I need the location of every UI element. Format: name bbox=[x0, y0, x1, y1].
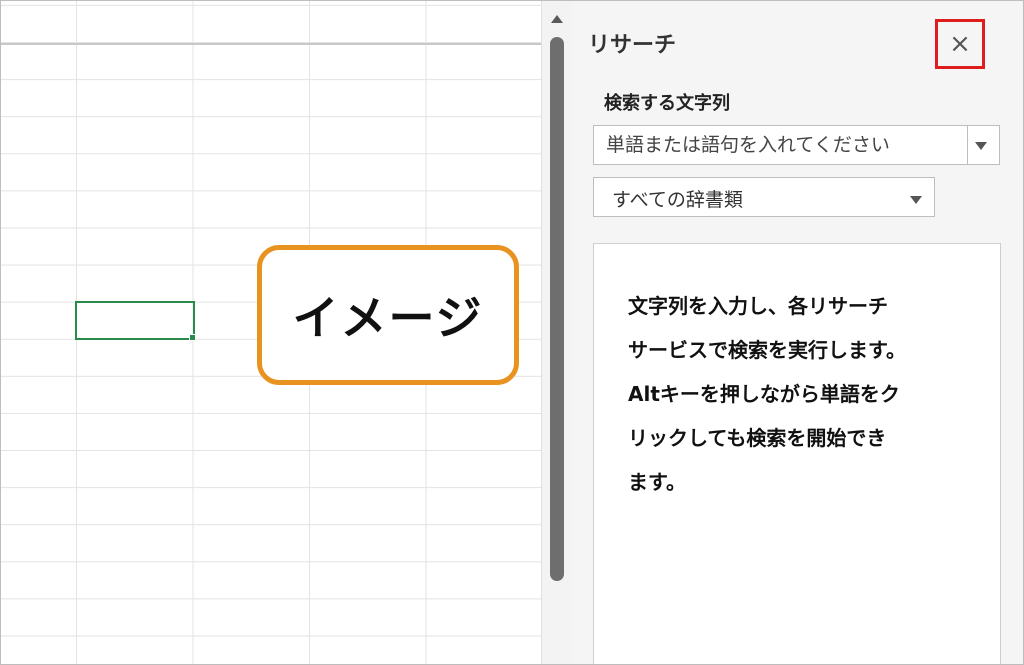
instructions-text: 文字列を入力し、各リサーチ サービスで検索を実行します。 Altキーを押しながら… bbox=[628, 294, 906, 494]
scroll-up-icon[interactable] bbox=[551, 15, 563, 23]
pane-title: リサーチ bbox=[588, 33, 677, 58]
image-callout: イメージ bbox=[257, 245, 519, 385]
search-combobox[interactable] bbox=[593, 125, 1000, 165]
search-input[interactable] bbox=[594, 126, 968, 164]
research-pane: リサーチ × 検索する文字列 すべての辞書類 文字列を入力し、各リサーチ サービ… bbox=[572, 1, 1023, 664]
close-icon[interactable]: × bbox=[949, 29, 971, 59]
dictionary-selected-value: すべての辞書類 bbox=[612, 189, 743, 211]
fill-handle[interactable] bbox=[189, 334, 196, 341]
selected-cell[interactable] bbox=[75, 301, 195, 340]
results-panel: 文字列を入力し、各リサーチ サービスで検索を実行します。 Altキーを押しながら… bbox=[593, 243, 1001, 664]
dictionary-select[interactable]: すべての辞書類 bbox=[593, 177, 935, 217]
image-callout-label: イメージ bbox=[292, 291, 484, 345]
close-button[interactable]: × bbox=[935, 19, 985, 69]
column-header-border bbox=[1, 43, 541, 45]
vertical-scrollbar[interactable] bbox=[541, 1, 572, 664]
scroll-thumb[interactable] bbox=[550, 37, 564, 581]
app-frame: イメージ リサーチ × 検索する文字列 すべての辞書類 文字列を入力し、各リサー… bbox=[0, 0, 1024, 665]
spreadsheet-grid[interactable]: イメージ bbox=[1, 1, 541, 664]
search-label: 検索する文字列 bbox=[604, 93, 730, 114]
chevron-down-icon[interactable] bbox=[910, 196, 922, 204]
chevron-down-icon[interactable] bbox=[975, 142, 987, 150]
